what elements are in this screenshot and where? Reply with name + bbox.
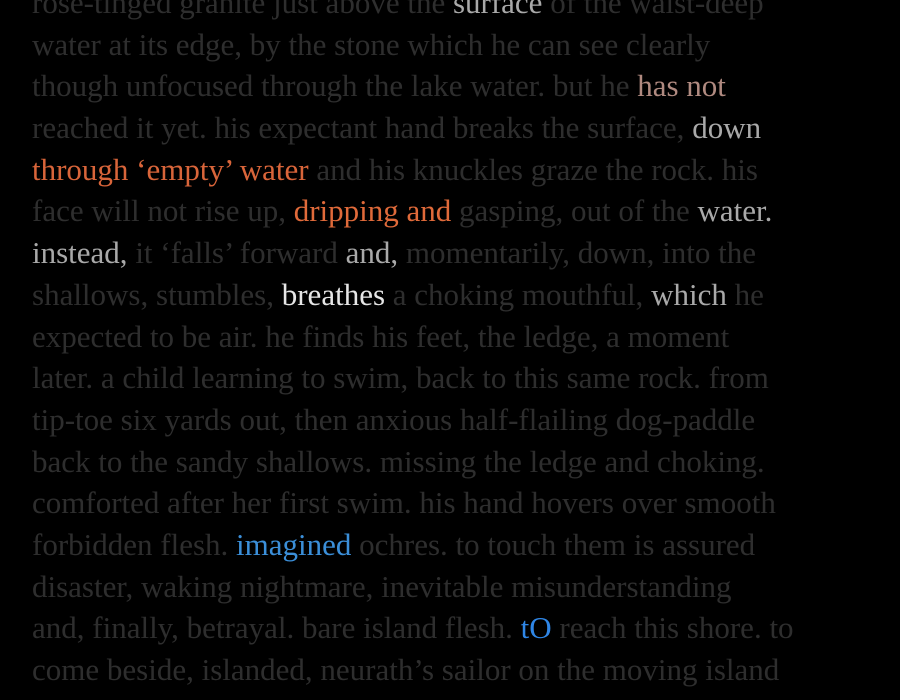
text-run: back to the sandy shallows. missing the …: [32, 443, 765, 479]
text-run: gasping, out of the: [451, 193, 698, 229]
text-run: it ‘falls’ forward: [127, 235, 346, 271]
poem-line-10: later. a child learning to swim, back to…: [32, 357, 892, 399]
text-run: tip-toe six yards out, then anxious half…: [32, 401, 756, 437]
text-run: comforted after her first swim. his hand…: [32, 485, 776, 521]
highlight-word-surface: surface: [452, 0, 543, 20]
text-run: ochres. to touch them is assured: [351, 526, 756, 562]
poem-line-5: through ‘empty’ water and his knuckles g…: [32, 149, 892, 191]
highlight-phrase-dripping-and: dripping and: [293, 193, 452, 229]
poem-line-16: and, finally, betrayal. bare island fles…: [32, 607, 892, 649]
highlight-word-down: down: [692, 110, 762, 146]
text-run: expected to be air. he finds his feet, t…: [32, 318, 730, 354]
text-run: rose-tinged granite just above the: [32, 0, 453, 20]
poem-line-3: though unfocused through the lake water.…: [32, 65, 892, 107]
text-run: later. a child learning to swim, back to…: [32, 360, 769, 396]
text-run: water at its edge, by the stone which he…: [32, 26, 711, 62]
text-run: though unfocused through the lake water.…: [32, 68, 638, 104]
poem-line-7: instead, it ‘falls’ forward and, momenta…: [32, 232, 892, 274]
text-run: reached it yet. his expectant hand break…: [32, 110, 693, 146]
poem-line-13: comforted after her first swim. his hand…: [32, 482, 892, 524]
highlight-word-imagined: imagined: [236, 526, 352, 562]
highlight-word-and: and,: [345, 235, 399, 271]
highlight-phrase-empty-water: through ‘empty’ water: [32, 151, 309, 187]
poem-text-block: rose-tinged granite just above the surfa…: [32, 0, 892, 691]
highlight-word-instead: instead,: [32, 235, 128, 271]
text-run: and his knuckles graze the rock. his: [308, 151, 758, 187]
highlight-word-to: tO: [520, 610, 552, 646]
poem-line-14: forbidden flesh. imagined ochres. to tou…: [32, 524, 892, 566]
text-run: a choking mouthful,: [385, 276, 652, 312]
text-run: of the waist-deep: [542, 0, 764, 20]
text-run: shallows, stumbles,: [32, 276, 282, 312]
poem-line-9: expected to be air. he finds his feet, t…: [32, 316, 892, 358]
highlight-word-breathes: breathes: [281, 276, 386, 312]
text-run: forbidden flesh.: [32, 526, 237, 562]
text-run: and, finally, betrayal. bare island fles…: [32, 610, 521, 646]
highlight-word-has-not: has not: [637, 68, 726, 104]
text-run: he: [726, 276, 764, 312]
poem-line-4: reached it yet. his expectant hand break…: [32, 107, 892, 149]
poem-line-2: water at its edge, by the stone which he…: [32, 24, 892, 66]
poem-line-15: disaster, waking nightmare, inevitable m…: [32, 566, 892, 608]
text-run: come beside, islanded, neurath’s sailor …: [32, 652, 780, 687]
text-run: face will not rise up,: [32, 193, 294, 229]
text-run: reach this shore. to: [551, 610, 794, 646]
poem-line-17: come beside, islanded, neurath’s sailor …: [32, 649, 892, 691]
poem-line-6: face will not rise up, dripping and gasp…: [32, 190, 892, 232]
poem-line-12: back to the sandy shallows. missing the …: [32, 441, 892, 483]
text-run: momentarily, down, into the: [398, 235, 757, 271]
text-run: disaster, waking nightmare, inevitable m…: [32, 568, 732, 604]
poem-line-11: tip-toe six yards out, then anxious half…: [32, 399, 892, 441]
highlight-word-water: water.: [697, 193, 773, 229]
highlight-word-which: which: [651, 276, 727, 312]
poem-line-8: shallows, stumbles, breathes a choking m…: [32, 274, 892, 316]
poem-line-1: rose-tinged granite just above the surfa…: [32, 0, 892, 24]
